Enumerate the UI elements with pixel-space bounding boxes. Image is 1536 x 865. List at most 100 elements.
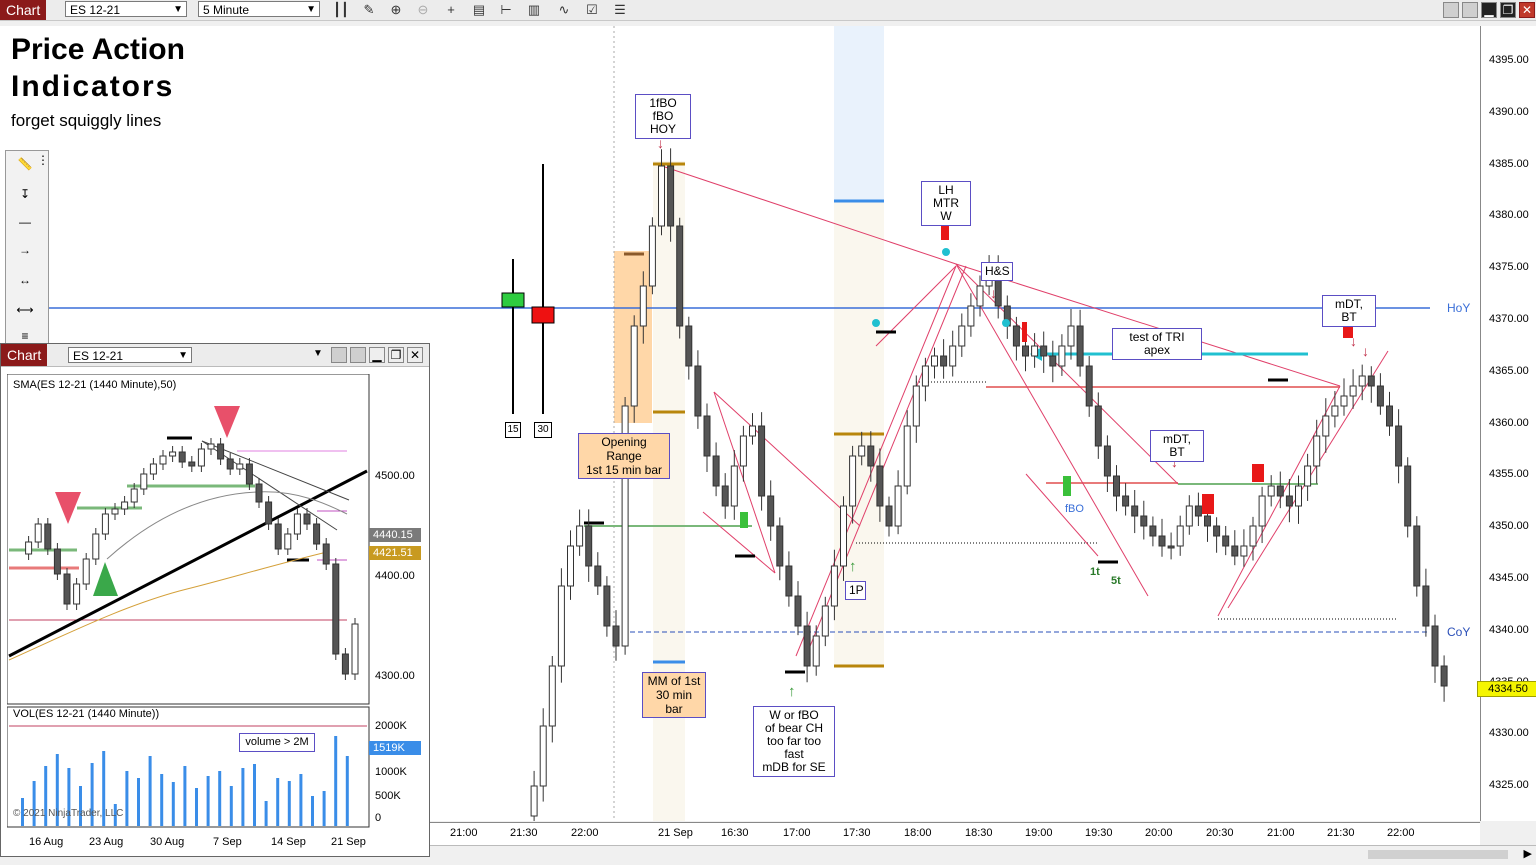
candle-up: [73, 583, 81, 605]
ruler-icon[interactable]: 📏: [12, 155, 38, 173]
properties-icon[interactable]: ☑: [583, 1, 601, 19]
inset-x-tick: 23 Aug: [89, 836, 124, 848]
inset-instrument-select[interactable]: ES 12-21 ▼: [68, 347, 192, 363]
candle-up: [903, 425, 911, 487]
volume-bar: [183, 766, 187, 826]
strategies-icon[interactable]: ∿: [555, 1, 573, 19]
volume-bar: [171, 782, 175, 826]
inset-chart-window[interactable]: Chart ES 12-21 ▼ ▼ ▁ ❐ ✕ SMA(ES 12-21 (1…: [0, 343, 430, 857]
volume-bar: [241, 768, 245, 826]
candle-down: [685, 325, 693, 367]
horizontal-line-icon[interactable]: ⟷: [12, 301, 38, 319]
zoom-out-icon[interactable]: ⊖: [414, 1, 432, 19]
data-box-icon[interactable]: ▤: [470, 1, 488, 19]
arrow-line-icon[interactable]: ↧: [12, 185, 38, 203]
time-axis[interactable]: 21:00 21:30 22:00 21 Sep 16:30 17:00 17:30 18:0…: [428, 822, 1480, 845]
volume-bar: [276, 778, 280, 826]
crosshair-icon[interactable]: +: [442, 1, 460, 19]
horizontal-scrollbar[interactable]: ▶: [428, 845, 1536, 865]
inset-menu-icon[interactable]: ▼: [313, 348, 323, 359]
candle-down: [1367, 375, 1375, 387]
price-tag-gray: 4440.15: [369, 528, 421, 542]
tf30-marker: [531, 306, 555, 324]
minimize-icon[interactable]: ▁: [369, 347, 385, 363]
x-tick-label: 21:00: [450, 827, 478, 839]
indicators-icon[interactable]: ▥: [525, 1, 543, 19]
inset-chart-tab[interactable]: Chart: [1, 344, 48, 366]
line-tool-icon[interactable]: —: [12, 213, 38, 231]
channel-line: [713, 391, 776, 574]
scrollbar-thumb[interactable]: [1368, 850, 1508, 859]
volume-bar: [195, 788, 198, 826]
inset-y-tick: 4500.00: [375, 470, 415, 482]
inset-y-tick: 4300.00: [375, 670, 415, 682]
candle-down: [876, 465, 884, 507]
candle-up: [1258, 495, 1266, 527]
window-tile2-icon[interactable]: [1462, 2, 1478, 18]
inset-x-tick: 7 Sep: [213, 836, 242, 848]
candle-up: [976, 285, 984, 307]
candle-up: [576, 525, 584, 547]
candle-down: [341, 653, 349, 675]
window-tile-icon[interactable]: [1443, 2, 1459, 18]
candle-up: [82, 558, 90, 585]
menu-list-icon[interactable]: ☰: [611, 1, 629, 19]
y-tick-label: 4395.00: [1489, 54, 1529, 66]
minimize-icon[interactable]: ▁: [1481, 2, 1497, 18]
candle-up: [557, 585, 565, 667]
extended-line-icon[interactable]: ↔: [12, 271, 38, 289]
candle-up: [1067, 325, 1075, 347]
close-icon[interactable]: ✕: [1519, 2, 1535, 18]
candle-up: [739, 435, 747, 467]
candle-down: [1431, 625, 1439, 667]
chart-trader-icon[interactable]: ⊢: [497, 1, 515, 19]
window-tile2-icon[interactable]: [350, 347, 366, 363]
drawing-toolstrip: 📏 ⋮ ↧ — → ↔ ⟷ ≡: [5, 150, 49, 344]
close-icon[interactable]: ✕: [407, 347, 423, 363]
candle-down: [1213, 525, 1221, 537]
candle-up: [351, 623, 359, 675]
y-tick-label: 4385.00: [1489, 157, 1529, 170]
inset-x-tick: 16 Aug: [29, 836, 64, 848]
zoom-in-icon[interactable]: ⊕: [387, 1, 405, 19]
candle-up: [949, 345, 957, 367]
candle-down: [313, 523, 321, 545]
cyan-dot: [1002, 319, 1010, 327]
volume-bar: [148, 756, 152, 826]
candle-down: [44, 523, 52, 550]
x-tick-label: 21 Sep: [658, 827, 693, 839]
inset-x-tick: 21 Sep: [331, 836, 366, 848]
candle-down: [1094, 405, 1102, 447]
candle-down: [703, 415, 711, 457]
interval-select[interactable]: 5 Minute ▼: [198, 1, 320, 17]
fbo-small-label: fBO: [1065, 503, 1084, 515]
instrument-select[interactable]: ES 12-21 ▼: [65, 1, 187, 17]
candle-down: [594, 565, 602, 587]
draw-pencil-icon[interactable]: ✎: [360, 1, 378, 19]
restore-icon[interactable]: ❐: [1500, 2, 1516, 18]
window-tile-icon[interactable]: [331, 347, 347, 363]
cyan-dot: [872, 319, 880, 327]
candle-down: [178, 451, 186, 463]
candle-down: [603, 585, 611, 627]
restore-icon[interactable]: ❐: [388, 347, 404, 363]
ray-tool-icon[interactable]: →: [12, 241, 38, 259]
more-tools-icon[interactable]: ⋮: [37, 153, 49, 167]
candle-up: [1267, 485, 1275, 497]
inset-vol-tick: 500K: [375, 790, 401, 802]
candle-up: [236, 463, 244, 470]
chart-tab[interactable]: Chart: [0, 0, 47, 20]
candle-up: [92, 533, 100, 560]
chevron-down-icon: ▼: [173, 4, 183, 15]
scroll-right-icon[interactable]: ▶: [1524, 847, 1532, 860]
y-tick-label: 4365.00: [1489, 364, 1529, 377]
vol-label: VOL(ES 12-21 (1440 Minute)): [13, 708, 160, 720]
bar-type-icon[interactable]: ┃┃: [332, 1, 350, 19]
candle-up: [894, 485, 902, 527]
candle-up: [730, 465, 738, 507]
up-arrow-icon: ↑: [849, 558, 857, 575]
candle-down: [1158, 535, 1166, 547]
price-axis[interactable]: 4395.00 4390.00 4385.00 4380.00 4375.00 4370.…: [1477, 26, 1536, 821]
interval-select-value: 5 Minute: [203, 3, 250, 17]
inset-vol-tick: 2000K: [375, 720, 407, 732]
